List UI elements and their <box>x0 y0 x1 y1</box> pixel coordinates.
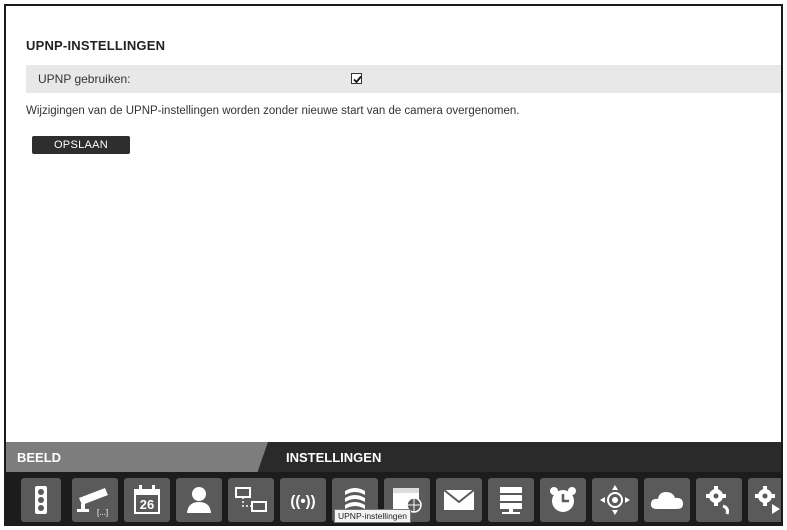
alarm-clock-icon <box>550 487 576 512</box>
ptz-button[interactable] <box>592 478 638 522</box>
calendar-icon: 26 <box>134 485 160 514</box>
network-icon <box>235 487 267 512</box>
svg-text:((•)): ((•)) <box>290 493 315 510</box>
server-icon <box>500 487 522 514</box>
save-button[interactable]: OPSLAAN <box>32 136 130 154</box>
calendar-button[interactable]: 26 <box>124 478 170 522</box>
tab-bar: BEELD INSTELLINGEN <box>6 442 781 472</box>
wireless-button[interactable]: ((•)) <box>280 478 326 522</box>
cloud-icon <box>650 492 683 509</box>
tab-instellingen[interactable]: INSTELLINGEN <box>286 450 381 465</box>
traffic-light-icon <box>35 486 47 514</box>
alarm-clock-button[interactable] <box>540 478 586 522</box>
page-title: UPNP-INSTELLINGEN <box>26 38 166 53</box>
user-icon <box>187 487 211 513</box>
user-button[interactable] <box>176 478 222 522</box>
gear-refresh-icon <box>706 486 729 515</box>
gear-refresh-button[interactable] <box>696 478 742 522</box>
upnp-label: UPNP gebruiken: <box>38 72 131 86</box>
ptz-icon <box>600 485 630 515</box>
info-text: Wijzigingen van de UPNP-instellingen wor… <box>26 105 520 117</box>
wireless-icon: ((•)) <box>290 493 315 510</box>
server-button[interactable] <box>488 478 534 522</box>
svg-text:26: 26 <box>140 497 154 512</box>
gear-play-button[interactable] <box>748 478 781 522</box>
mail-button[interactable] <box>436 478 482 522</box>
camera-button[interactable]: [...] <box>72 478 118 522</box>
camera-icon: [...] <box>77 488 108 517</box>
tab-beeld[interactable]: BEELD <box>6 442 268 472</box>
settings-frame: UPNP-INSTELLINGEN UPNP gebruiken: Wijzig… <box>4 4 783 526</box>
upnp-row: UPNP gebruiken: <box>26 65 781 93</box>
svg-text:[...]: [...] <box>97 508 108 517</box>
upnp-checkbox[interactable] <box>351 73 362 84</box>
mail-icon <box>443 489 475 510</box>
tooltip: UPNP-instellingen <box>334 509 411 523</box>
network-button[interactable] <box>228 478 274 522</box>
traffic-light-button[interactable] <box>21 478 61 522</box>
cloud-button[interactable] <box>644 478 690 522</box>
gear-play-icon <box>755 486 780 514</box>
tab-beeld-label: BEELD <box>17 450 62 465</box>
checkmark-icon <box>353 75 362 84</box>
